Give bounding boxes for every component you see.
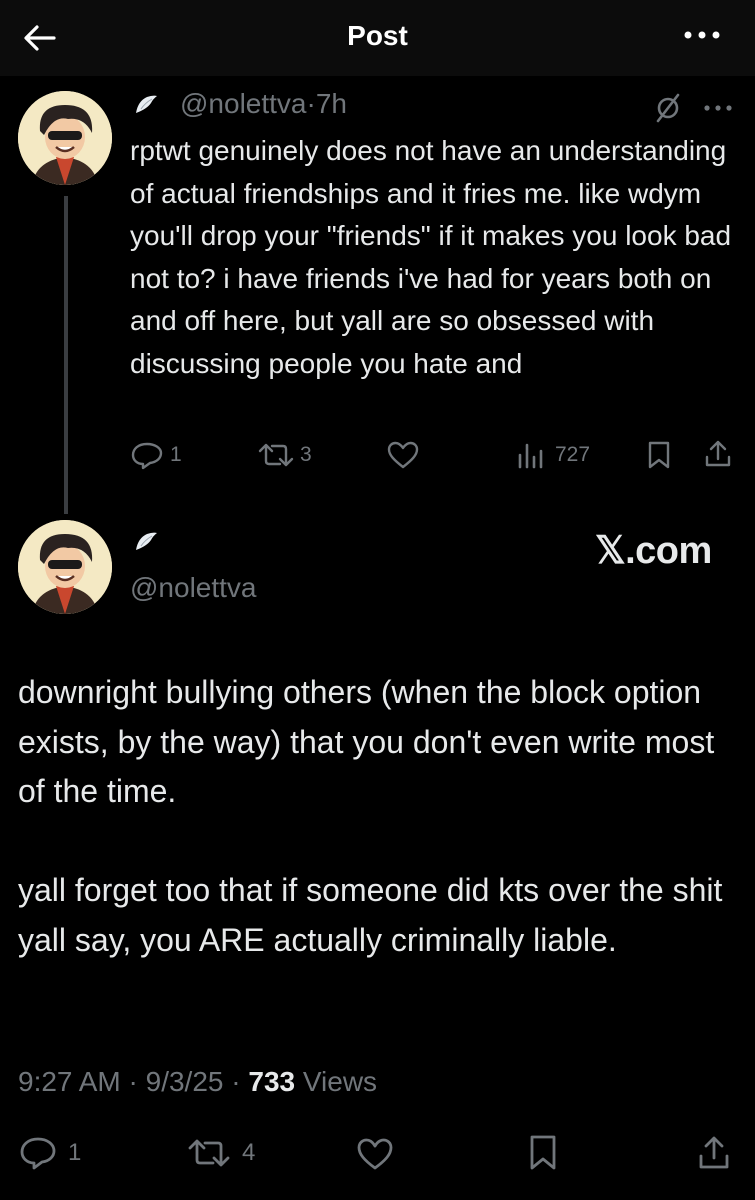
- views-count: 727: [555, 443, 591, 466]
- reply-icon[interactable]: [18, 1135, 58, 1171]
- share-icon[interactable]: [696, 1134, 732, 1172]
- views-label: Views: [302, 1066, 378, 1097]
- grok-icon[interactable]: [650, 90, 686, 126]
- more-options-icon[interactable]: [680, 20, 724, 50]
- post-time: 9:27 AM: [18, 1066, 121, 1097]
- xcom-source-label: 𝕏.com: [595, 530, 712, 572]
- reply-icon[interactable]: [130, 440, 164, 470]
- separator-dot: ·: [306, 88, 316, 119]
- main-repost-count: 4: [242, 1139, 256, 1166]
- thread-connector-line: [64, 196, 68, 514]
- reply-more-icon[interactable]: [700, 96, 736, 120]
- views-icon[interactable]: [516, 441, 546, 469]
- main-tweet-text: downright bullying others (when the bloc…: [18, 668, 738, 965]
- reply-time: 7h: [315, 88, 347, 119]
- reply-handle-time: @nolettva·7h: [180, 86, 347, 122]
- angel-wing-icon: [136, 532, 157, 550]
- top-bar: Post: [0, 0, 755, 76]
- page-title: Post: [347, 20, 408, 51]
- like-icon[interactable]: [386, 440, 420, 470]
- bookmark-icon[interactable]: [528, 1134, 558, 1172]
- post-meta: 9:27 AM · 9/3/25 · 733 Views: [18, 1062, 377, 1102]
- meta-dot: ·: [128, 1066, 138, 1097]
- repost-icon[interactable]: [256, 441, 296, 469]
- share-icon[interactable]: [702, 438, 734, 470]
- reply-tweet-text: rptwt genuinely does not have an underst…: [130, 135, 739, 379]
- main-paragraph-2: yall forget too that if someone did kts …: [18, 872, 723, 958]
- avatar-illustration-icon: [18, 520, 112, 614]
- reply-handle[interactable]: @nolettva: [180, 88, 307, 119]
- main-handle[interactable]: @nolettva: [130, 570, 257, 606]
- like-icon[interactable]: [355, 1136, 395, 1172]
- repost-count: 3: [300, 443, 312, 466]
- post-date: 9/3/25: [145, 1066, 224, 1097]
- reply-count: 1: [170, 443, 182, 466]
- main-paragraph-1: downright bullying others (when the bloc…: [18, 674, 715, 809]
- bookmark-icon[interactable]: [646, 440, 672, 470]
- main-avatar[interactable]: [18, 520, 112, 614]
- meta-dot: ·: [231, 1066, 241, 1097]
- avatar[interactable]: [18, 91, 112, 185]
- angel-wing-icon: [136, 95, 157, 113]
- views-number[interactable]: 733: [248, 1066, 295, 1097]
- repost-icon[interactable]: [186, 1137, 232, 1169]
- avatar-illustration-icon: [18, 91, 112, 185]
- main-reply-count: 1: [68, 1139, 82, 1166]
